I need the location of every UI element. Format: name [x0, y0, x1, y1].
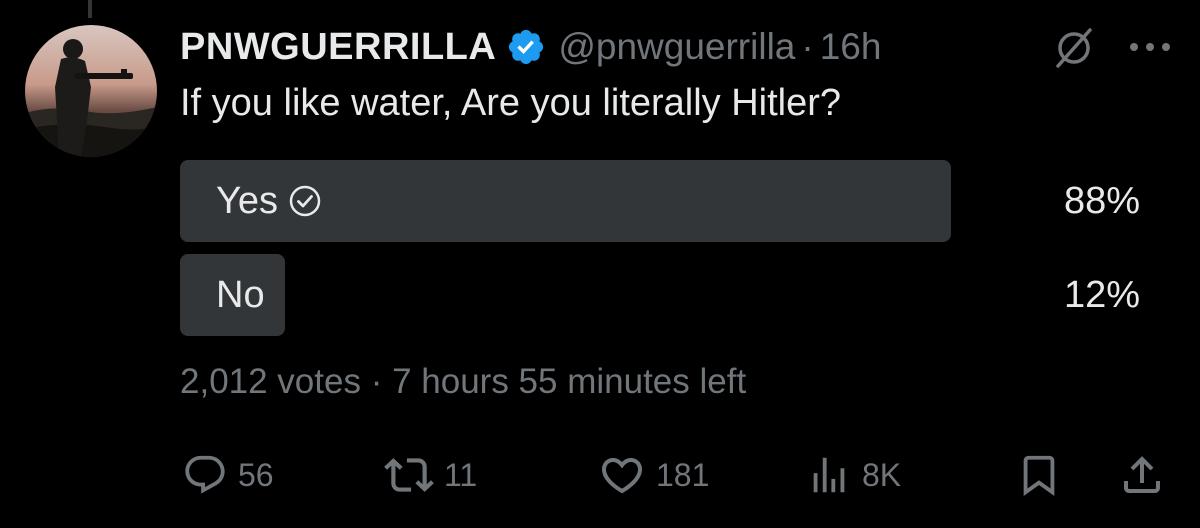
views-icon	[806, 452, 852, 498]
grok-icon[interactable]	[1052, 26, 1096, 70]
separator-dot: ·	[370, 362, 383, 401]
separator-dot: ·	[801, 26, 814, 67]
poll-option-label: Yes	[216, 179, 278, 222]
poll-option-percent: 12%	[1063, 273, 1140, 316]
like-button[interactable]: 181	[598, 450, 709, 500]
tweet-text: If you like water, Are you literally Hit…	[180, 82, 842, 124]
thread-connector-line	[88, 0, 92, 18]
views-button[interactable]: 8K	[806, 450, 901, 500]
like-icon	[598, 451, 646, 499]
share-button[interactable]	[1118, 450, 1166, 500]
timestamp[interactable]: 16h	[820, 26, 882, 68]
avatar-image	[25, 25, 157, 157]
poll-vote-count: 2,012 votes	[180, 362, 361, 401]
check-circle-icon	[288, 184, 322, 218]
poll-option-label-row: No	[216, 254, 265, 336]
reply-button[interactable]: 56	[182, 450, 274, 500]
repost-button[interactable]: 11	[384, 450, 477, 500]
avatar[interactable]	[25, 25, 157, 157]
poll-meta: 2,012 votes · 7 hours 55 minutes left	[180, 362, 746, 402]
like-count: 181	[656, 456, 710, 493]
bookmark-icon	[1016, 450, 1062, 500]
reply-icon	[182, 452, 228, 498]
repost-icon	[384, 450, 434, 500]
user-handle[interactable]: @pnwguerrilla	[558, 26, 795, 68]
share-icon	[1118, 451, 1166, 499]
poll-option-label-row: Yes	[216, 160, 322, 242]
views-count: 8K	[862, 456, 902, 493]
poll-option-no: No 12%	[180, 254, 1140, 336]
verified-badge-icon[interactable]	[506, 27, 546, 67]
repost-count: 11	[444, 456, 478, 493]
more-options-icon[interactable]	[1128, 40, 1172, 54]
tweet-header: PNWGUERRILLA @pnwguerrilla · 16h	[180, 22, 881, 72]
poll-time-left: 7 hours 55 minutes left	[392, 362, 747, 401]
display-name[interactable]: PNWGUERRILLA	[180, 26, 496, 69]
reply-count: 56	[238, 456, 274, 493]
poll-option-label: No	[216, 273, 265, 316]
poll-option-yes: Yes 88%	[180, 160, 1140, 242]
bookmark-button[interactable]	[1016, 450, 1062, 500]
poll-option-percent: 88%	[1063, 179, 1140, 222]
